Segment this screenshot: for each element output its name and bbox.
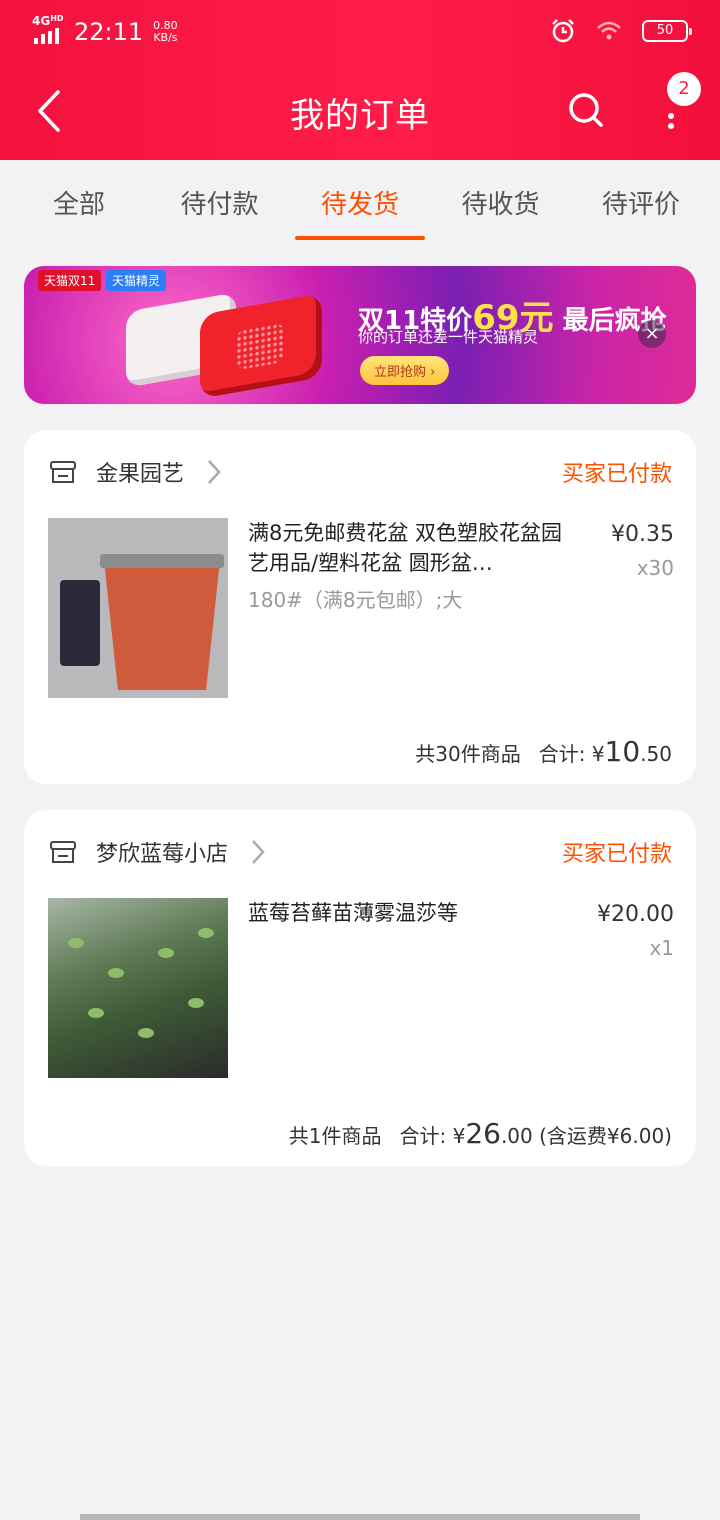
shop-name: 金果园艺 [96,462,185,487]
status-left: 4GHD 22:11 0.80 KB/s [32,14,178,46]
banner-close-icon[interactable]: × [638,320,666,348]
home-indicator [80,1514,640,1520]
store-icon [50,841,76,863]
tab-all[interactable]: 全部 [14,160,144,244]
product-image[interactable] [48,518,228,698]
notification-badge: 2 [667,72,701,106]
banner-tag-tmall-genie: 天猫精灵 [106,270,167,291]
order-summary: 共1件商品 合计: ¥26.00 (含运费¥6.00) [289,1117,672,1150]
item-count: 共30件商品 [415,742,521,766]
product-quantity: x1 [649,936,674,960]
search-icon[interactable] [566,90,606,130]
store-icon [50,461,76,483]
order-total: 合计: ¥26.00 (含运费¥6.00) [399,1117,672,1150]
product-photo-can [60,580,100,666]
buy-now-button[interactable]: 立即抢购 › [360,356,450,385]
product-sku: 180#（满8元包邮）;大 [248,588,463,612]
product-name[interactable]: 满8元免邮费花盆 双色塑胶花盆园艺用品/塑料花盆 圆形盆… [248,518,578,578]
tab-pending-receipt[interactable]: 待收货 [436,160,566,244]
product-price: ¥0.35 [611,522,674,547]
banner-tag-double11: 天猫双11 [38,270,102,291]
product-quantity: x30 [636,556,674,580]
status-right: 50 [550,18,692,44]
order-tabs: 全部 待付款 待发货 待收货 待评价 [0,160,720,244]
product-price: ¥20.00 [597,902,674,927]
battery-icon: 50 [642,20,692,42]
product-photo-pot [104,560,220,690]
chevron-right-icon [208,460,221,484]
network-speed: 0.80 KB/s [153,19,178,44]
order-status: 买家已付款 [561,462,672,487]
shipping-note: (含运费¥6.00) [539,1124,672,1148]
alarm-icon [552,19,574,43]
order-summary: 共30件商品 合计: ¥10.50 [415,735,672,768]
order-total: 合计: ¥10.50 [538,735,672,768]
chevron-right-icon [252,840,265,864]
network-type: 4GHD [32,14,64,28]
app-header: 4GHD 22:11 0.80 KB/s 50 我的订单 2 [0,0,720,160]
order-card[interactable]: 梦欣蓝莓小店 买家已付款 蓝莓苔藓苗薄雾温莎等 ¥20.00 x1 共1件商品 … [24,810,696,1166]
promo-banner[interactable]: 天猫双11 天猫精灵 双11特价69元 最后疯抢 你的订单还差一件天猫精灵 立即… [24,266,696,404]
item-count: 共1件商品 [288,1124,382,1148]
page-title: 我的订单 [290,96,430,136]
tab-pending-review[interactable]: 待评价 [576,160,706,244]
status-bar: 4GHD 22:11 0.80 KB/s 50 [0,0,720,64]
nav-bar: 我的订单 2 [0,64,720,160]
signal-icon: 4GHD [32,14,70,44]
banner-subtitle: 你的订单还差一件天猫精灵 [358,328,539,346]
order-card[interactable]: 金果园艺 买家已付款 满8元免邮费花盆 双色塑胶花盆园艺用品/塑料花盆 圆形盆…… [24,430,696,784]
order-status: 买家已付款 [561,842,672,867]
wifi-icon [597,21,621,40]
shop-header[interactable]: 金果园艺 [48,454,222,490]
product-photo-rim [100,554,224,568]
product-image[interactable] [48,898,228,1078]
tab-pending-payment[interactable]: 待付款 [155,160,285,244]
product-name[interactable]: 蓝莓苔藓苗薄雾温莎等 [248,898,578,928]
tab-pending-shipment[interactable]: 待发货 [295,160,425,244]
shop-header[interactable]: 梦欣蓝莓小店 [48,834,266,870]
clock: 22:11 [74,18,144,46]
shop-name: 梦欣蓝莓小店 [96,842,229,867]
